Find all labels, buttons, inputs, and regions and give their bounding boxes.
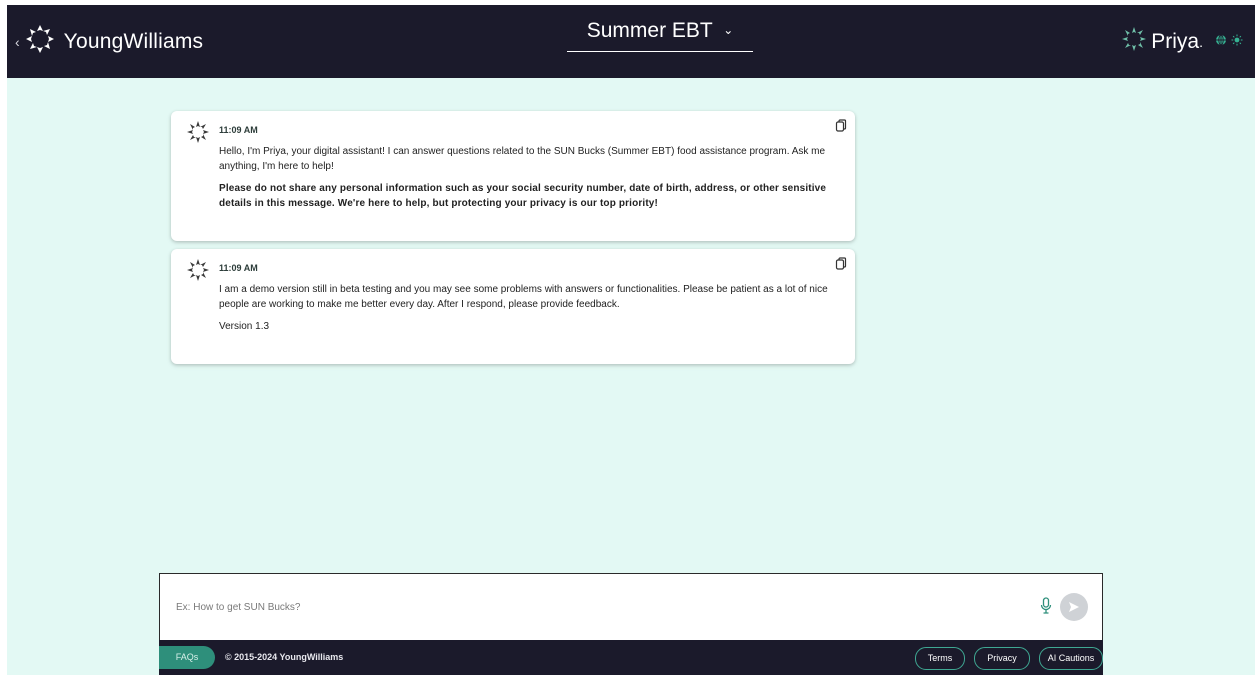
version-text: Version 1.3 [219, 321, 270, 332]
message-timestamp: 11:09 AM [219, 125, 258, 135]
message-body: I am a demo version still in beta testin… [219, 282, 829, 341]
privacy-button[interactable]: Privacy [974, 647, 1030, 670]
message-paragraph: Hello, I'm Priya, your digital assistant… [219, 146, 826, 172]
chat-message: 11:09 AM I am a demo version still in be… [171, 249, 855, 364]
copyright-text: © 2015-2024 YoungWilliams [225, 652, 344, 662]
send-button[interactable] [1060, 593, 1088, 621]
send-icon [1069, 602, 1079, 612]
chat-input[interactable] [174, 598, 1018, 616]
chat-input-area [159, 573, 1103, 641]
program-selector[interactable]: Summer EBT ⌄ [567, 19, 753, 52]
priya-logo-icon [1119, 24, 1149, 59]
microphone-icon[interactable] [1040, 597, 1052, 620]
privacy-warning: Please do not share any personal informa… [219, 183, 827, 209]
globe-icon[interactable] [1215, 33, 1227, 51]
priya-avatar-icon [185, 257, 211, 288]
chevron-down-icon: ⌄ [723, 23, 734, 37]
priya-avatar-icon [185, 119, 211, 150]
message-body: Hello, I'm Priya, your digital assistant… [219, 144, 829, 218]
program-title: Summer EBT [586, 19, 713, 42]
app-frame: ‹ YoungWilliams Summer EBT ⌄ Priya . 11:… [7, 5, 1255, 675]
sun-icon[interactable] [1231, 33, 1243, 51]
brand-name: YoungWilliams [63, 29, 204, 53]
copy-icon[interactable] [835, 119, 847, 137]
copy-icon[interactable] [835, 257, 847, 275]
assistant-name-dot: . [1199, 33, 1203, 50]
brand[interactable]: ‹ YoungWilliams [15, 21, 203, 62]
back-chevron-icon[interactable]: ‹ [15, 34, 20, 50]
terms-button[interactable]: Terms [915, 647, 965, 670]
header-bar: ‹ YoungWilliams Summer EBT ⌄ Priya . [7, 5, 1255, 78]
message-paragraph: I am a demo version still in beta testin… [219, 284, 828, 310]
ai-cautions-button[interactable]: AI Cautions [1039, 647, 1103, 670]
young-williams-logo-icon [22, 21, 58, 62]
footer-bar: FAQs © 2015-2024 YoungWilliams Terms Pri… [159, 640, 1103, 675]
chat-message: 11:09 AM Hello, I'm Priya, your digital … [171, 111, 855, 241]
faqs-button[interactable]: FAQs [159, 646, 215, 669]
assistant-brand: Priya . [1119, 24, 1243, 59]
message-timestamp: 11:09 AM [219, 263, 258, 273]
assistant-name: Priya [1151, 29, 1200, 53]
